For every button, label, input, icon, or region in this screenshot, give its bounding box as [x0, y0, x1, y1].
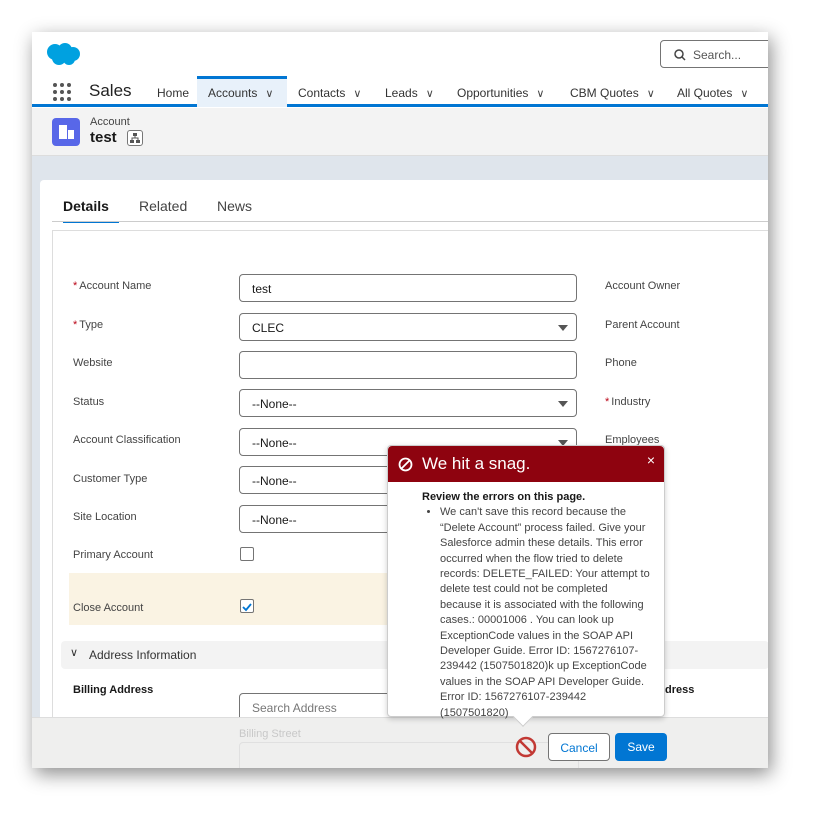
label-close-account: Close Account	[73, 602, 144, 614]
label-status: Status	[73, 396, 105, 408]
chevron-down-icon[interactable]: ∨	[353, 87, 361, 100]
label-account-classification: Account Classification	[73, 434, 181, 446]
label-shipping-address: dress	[665, 684, 695, 696]
nav-tab-leads[interactable]: Leads ∨	[385, 76, 434, 107]
record-header: Account test	[32, 108, 768, 156]
nav-tab-opportunities[interactable]: Opportunities ∨	[457, 76, 544, 107]
chevron-down-icon[interactable]: ∨	[647, 87, 655, 100]
error-popover: We hit a snag. × Review the errors on th…	[387, 445, 665, 727]
app-launcher-icon[interactable]	[52, 82, 72, 102]
close-account-row	[69, 573, 399, 625]
tab-details[interactable]: Details	[63, 198, 119, 223]
app-name: Sales	[89, 81, 132, 100]
chevron-down-icon[interactable]: ∨	[426, 87, 434, 100]
caret-down-icon	[558, 401, 568, 407]
chevron-down-icon[interactable]: ∨	[536, 87, 544, 100]
tab-related[interactable]: Related	[139, 198, 187, 214]
error-popover-header: We hit a snag. ×	[388, 446, 664, 482]
save-button[interactable]: Save	[615, 733, 667, 761]
close-account-checkbox[interactable]	[240, 599, 254, 613]
nav-tab-cbm-quotes[interactable]: CBM Quotes ∨	[570, 76, 655, 107]
form-footer: Billing Street Cancel Save	[32, 717, 768, 768]
label-industry: * Industry	[605, 396, 651, 408]
status-select[interactable]: --None--	[239, 389, 577, 417]
nav-tab-home[interactable]: Home	[157, 76, 189, 107]
nav-tab-accounts[interactable]: Accounts ∨	[197, 76, 287, 107]
hierarchy-button[interactable]	[127, 130, 143, 146]
label-account-owner: Account Owner	[605, 280, 681, 292]
nav-bar: Sales Home Accounts ∨ Contacts ∨ Leads ∨ Op…	[32, 76, 768, 107]
salesforce-logo	[47, 43, 80, 65]
caret-down-icon	[558, 325, 568, 331]
search-icon	[674, 49, 686, 61]
hierarchy-icon	[130, 133, 140, 143]
tabs-divider	[52, 221, 768, 222]
cancel-button[interactable]: Cancel	[548, 733, 610, 761]
error-list: We can't save this record because the “D…	[420, 505, 652, 721]
error-title: We hit a snag.	[422, 454, 531, 473]
close-icon[interactable]: ×	[647, 452, 655, 468]
account-icon	[52, 118, 80, 146]
error-body: Review the errors on this page. We can't…	[388, 482, 664, 721]
label-account-name: * Account Name	[73, 280, 152, 292]
label-billing-street: Billing Street	[239, 728, 301, 740]
error-icon[interactable]	[515, 736, 537, 758]
app-window: Search... Sales Home Accounts ∨ Contacts ∨…	[32, 32, 768, 768]
nav-tab-contacts[interactable]: Contacts ∨	[298, 76, 361, 107]
global-search-input[interactable]: Search...	[660, 40, 768, 68]
label-primary-account: Primary Account	[73, 549, 154, 561]
primary-account-checkbox[interactable]	[240, 547, 254, 561]
tab-news[interactable]: News	[217, 198, 252, 214]
label-site-location: Site Location	[73, 511, 137, 523]
label-phone: Phone	[605, 357, 637, 369]
label-website: Website	[73, 357, 113, 369]
chevron-down-icon: ∨	[70, 647, 79, 659]
error-subtitle: Review the errors on this page.	[422, 491, 586, 503]
record-type: Account	[90, 116, 130, 128]
error-icon	[398, 457, 413, 472]
chevron-down-icon[interactable]: ∨	[740, 87, 748, 100]
chevron-down-icon[interactable]: ∨	[265, 87, 273, 100]
label-billing-address: Billing Address	[73, 684, 154, 696]
checkmark-icon	[242, 603, 252, 612]
website-input[interactable]	[239, 351, 577, 379]
label-type: * Type	[73, 319, 104, 331]
nav-tab-all-quotes[interactable]: All Quotes ∨	[677, 76, 748, 107]
label-parent-account: Parent Account	[605, 319, 680, 331]
account-name-input[interactable]: test	[239, 274, 577, 302]
type-select[interactable]: CLEC	[239, 313, 577, 341]
error-message: We can't save this record because the “D…	[440, 505, 652, 721]
label-customer-type: Customer Type	[73, 473, 148, 485]
record-name: test	[90, 129, 117, 146]
